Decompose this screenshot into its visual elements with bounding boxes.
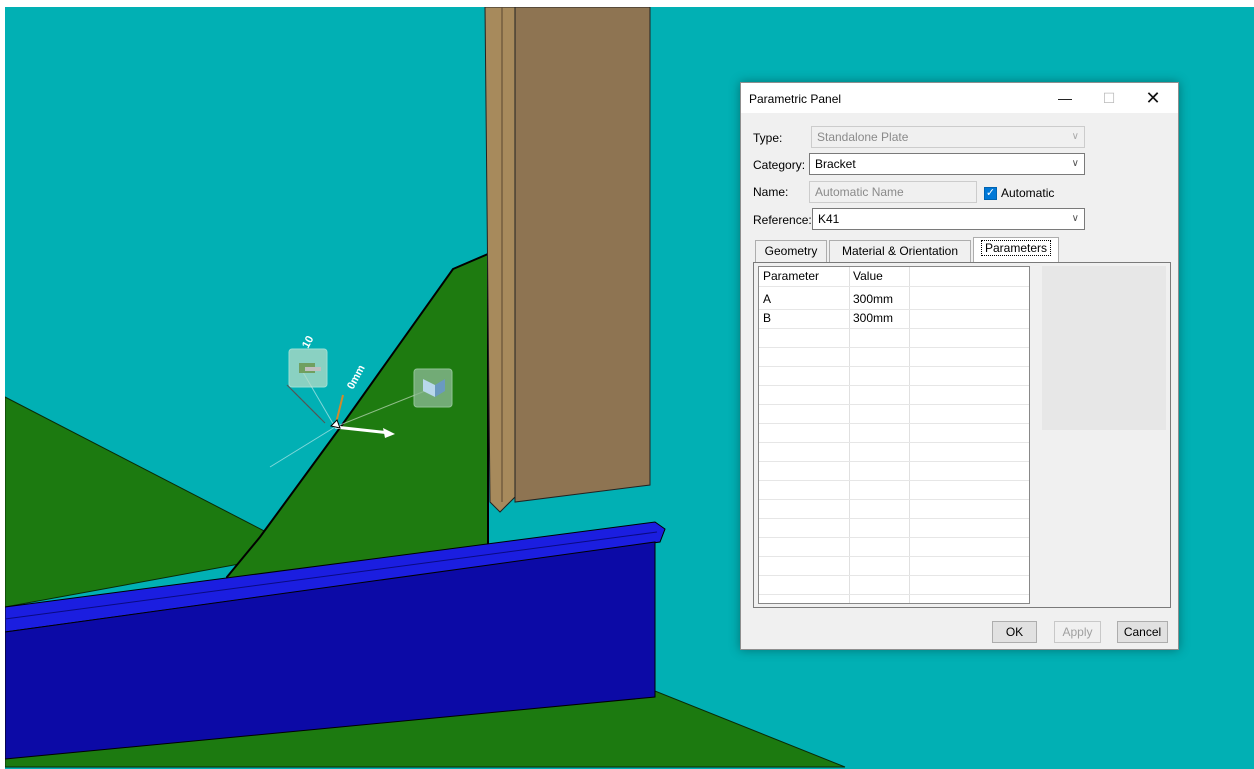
column-web — [514, 7, 651, 503]
type-label: Type: — [753, 131, 783, 145]
type-value: Standalone Plate — [817, 130, 909, 144]
chevron-down-icon: ∨ — [1071, 213, 1079, 224]
dimension-label-0mm: 0mm — [345, 363, 368, 392]
table-row[interactable]: A 300mm — [759, 290, 1029, 310]
chevron-down-icon: ∨ — [1071, 158, 1079, 169]
name-label: Name: — [753, 185, 789, 199]
parameter-value[interactable]: 300mm — [849, 290, 909, 309]
column-flange — [484, 7, 516, 513]
bracket-plate[interactable] — [226, 252, 489, 581]
chevron-down-icon: ∨ — [1071, 131, 1079, 142]
header-parameter[interactable]: Parameter — [759, 267, 849, 286]
close-button[interactable]: ✕ — [1131, 83, 1175, 113]
ok-button[interactable]: OK — [992, 621, 1037, 643]
apply-button[interactable]: Apply — [1054, 621, 1101, 643]
reference-value: K41 — [818, 212, 840, 226]
preview-area — [1042, 266, 1166, 430]
reference-select[interactable]: K41 ∨ — [812, 208, 1085, 230]
parameter-grid[interactable]: Parameter Value A 300mm B 300mm — [758, 266, 1030, 604]
parameters-tab-page: Parameter Value A 300mm B 300mm — [753, 262, 1171, 608]
minimize-button[interactable]: — — [1043, 83, 1087, 113]
header-value[interactable]: Value — [849, 267, 909, 286]
reference-label: Reference: — [753, 213, 812, 227]
grid-header-row: Parameter Value — [759, 267, 1029, 287]
category-select[interactable]: Bracket ∨ — [809, 153, 1085, 175]
category-value: Bracket — [815, 157, 856, 171]
category-label: Category: — [753, 158, 806, 172]
parameter-value[interactable]: 300mm — [849, 309, 909, 328]
name-field[interactable]: Automatic Name — [809, 181, 977, 203]
name-value: Automatic Name — [815, 185, 904, 199]
tab-geometry[interactable]: Geometry — [755, 240, 827, 262]
tab-material-orientation[interactable]: Material & Orientation — [829, 240, 971, 262]
title-bar[interactable]: Parametric Panel — ☐ ✕ — [741, 83, 1178, 113]
dialog-title: Parametric Panel — [749, 92, 842, 106]
cancel-button[interactable]: Cancel — [1117, 621, 1168, 643]
dimension-label-10: 10 — [300, 334, 316, 350]
table-row[interactable]: B 300mm — [759, 309, 1029, 329]
tab-parameters[interactable]: Parameters — [973, 237, 1059, 263]
maximize-button[interactable]: ☐ — [1087, 83, 1131, 113]
automatic-checkbox[interactable]: ✓ — [984, 187, 997, 200]
type-select[interactable]: Standalone Plate ∨ — [811, 126, 1085, 148]
parametric-panel-dialog: Parametric Panel — ☐ ✕ Type: Standalone … — [740, 82, 1179, 650]
parameter-name: B — [763, 311, 772, 325]
parameter-name: A — [763, 292, 772, 306]
automatic-label: Automatic — [1001, 186, 1055, 200]
